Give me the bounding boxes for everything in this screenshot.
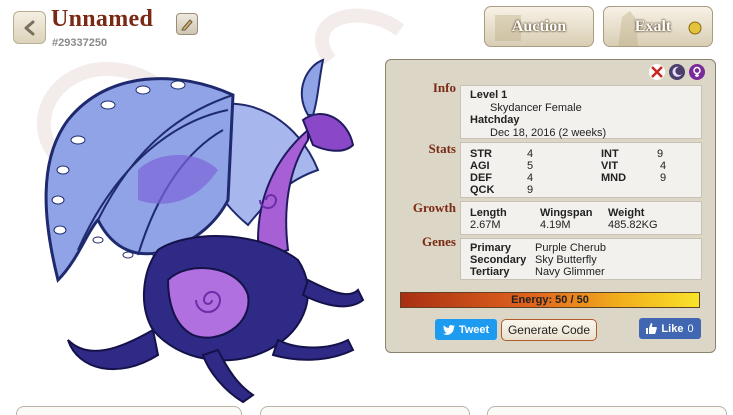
bottom-panel-tab [16,406,242,415]
like-count: 0 [687,322,694,335]
auction-button[interactable]: Auction [484,6,594,47]
stat-value: 9 [527,184,534,196]
stat-value: 4 [660,160,667,172]
stat-name: INT [601,148,619,160]
stat-value: 5 [527,160,534,172]
exalt-button[interactable]: Exalt [603,6,713,47]
bottom-panel-tab [260,406,470,415]
coin-icon [688,21,702,35]
like-label: Like [661,322,684,335]
twitter-bird-icon [442,324,455,335]
level-text: Level 1 [470,89,508,101]
facebook-like-button[interactable]: Like 0 [639,318,701,339]
dragon-image [44,58,365,404]
stats-box: STR 4 AGI 5 DEF 4 QCK 9 INT 9 VIT 4 MND … [460,142,702,198]
weight-label: Weight [608,207,645,219]
primary-gene-label: Primary [470,242,511,254]
stat-value: 9 [660,172,667,184]
auction-label: Auction [511,17,567,35]
moon-icon [669,64,685,80]
tweet-button[interactable]: Tweet [435,319,497,340]
secondary-gene-label: Secondary [470,254,527,266]
generate-code-button[interactable]: Generate Code [501,319,597,341]
rename-button[interactable] [176,13,198,35]
dragon-name: Unnamed [51,6,154,32]
female-symbol-icon [689,64,705,80]
status-icons [649,64,705,80]
bottom-panel-tab [487,406,727,415]
dragon-id: #29337250 [52,37,108,49]
growth-box: Length 2.67M Wingspan 4.19M Weight 485.8… [460,201,702,235]
wingspan-label: Wingspan [540,207,593,219]
genes-label: Genes [422,234,456,249]
dragon-info-panel: Info Level 1 Skydancer Female Hatchday D… [385,59,716,353]
genes-box: Primary Purple Cherub Secondary Sky Butt… [460,238,702,280]
weight-value: 485.82KG [608,219,658,231]
stat-name: AGI [470,160,490,172]
secondary-gene-value: Sky Butterfly [535,254,597,266]
thumbs-up-icon [646,323,658,334]
chevron-left-icon [24,20,34,35]
stats-label: Stats [428,141,456,156]
growth-label: Growth [412,200,456,215]
tertiary-gene-label: Tertiary [470,266,510,278]
tertiary-gene-value: Navy Glimmer [535,266,605,278]
tweet-label: Tweet [458,323,490,336]
stat-name: VIT [601,160,619,172]
stat-name: QCK [470,184,495,196]
stat-name: STR [470,148,492,160]
wingspan-value: 4.19M [540,219,571,231]
energy-bar: Energy: 50 / 50 [400,292,700,308]
stat-name: DEF [470,172,492,184]
no-breed-icon [649,64,665,80]
primary-gene-value: Purple Cherub [535,242,606,254]
stat-value: 4 [527,148,534,160]
back-button[interactable] [13,11,46,44]
hatchday-label: Hatchday [470,114,520,126]
length-label: Length [470,207,507,219]
exalt-label: Exalt [634,17,672,35]
breed-text: Skydancer Female [490,101,582,114]
stat-name: MND [601,172,627,184]
energy-text: Energy: 50 / 50 [511,294,589,306]
stat-value: 4 [527,172,534,184]
stat-value: 9 [657,148,664,160]
length-value: 2.67M [470,219,501,231]
info-box: Level 1 Skydancer Female Hatchday Dec 18… [460,85,702,139]
hatchday-text: Dec 18, 2016 (2 weeks) [490,126,607,139]
info-label: Info [432,80,456,95]
pencil-icon [181,19,193,31]
